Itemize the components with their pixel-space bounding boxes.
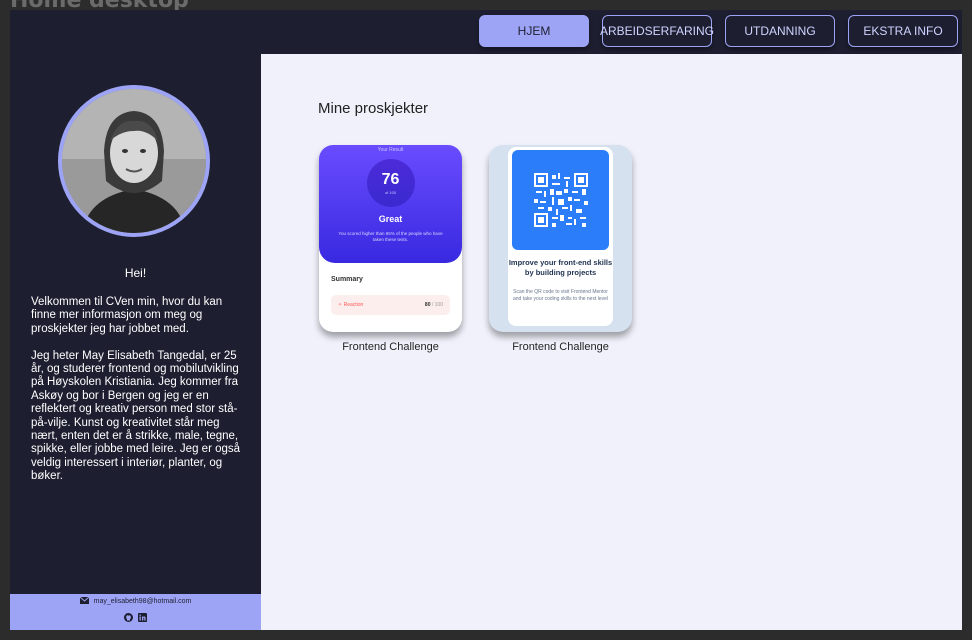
section-title: Mine proskjekter <box>318 100 429 117</box>
project-card-qr-code[interactable]: Improve your front-end skills by buildin… <box>489 145 632 332</box>
greeting: Hei! <box>124 266 147 280</box>
sidebar: Hei! Velkommen til CVen min, hvor du kan… <box>10 54 261 630</box>
nav-arbeidserfaring-button[interactable]: ARBEIDSERFARING <box>600 15 714 47</box>
bio-paragraph-about: Jeg heter May Elisabeth Tangedal, er 25 … <box>31 349 241 483</box>
social-links <box>124 609 147 627</box>
nav-utdanning-button[interactable]: UTDANNING <box>725 15 835 47</box>
bio-paragraph-intro: Velkommen til CVen min, hvor du kan finn… <box>31 296 223 335</box>
main-content: Mine proskjekter Your Result 76 of 100 G… <box>261 54 962 630</box>
linkedin-icon[interactable] <box>138 609 147 627</box>
github-icon[interactable] <box>124 609 133 627</box>
top-nav: HJEM ARBEIDSERFARING UTDANNING EKSTRA IN… <box>479 15 958 47</box>
score-value: 76 <box>381 170 400 188</box>
results-heading: Your Result <box>377 147 404 153</box>
summary-heading: Summary <box>331 276 363 283</box>
nav-hjem-button[interactable]: HJEM <box>479 15 589 47</box>
result-word: Great <box>378 214 403 224</box>
qr-code-panel <box>512 150 609 250</box>
qr-preview-title: Improve your front-end skills by buildin… <box>508 258 613 277</box>
bio-text: Velkommen til CVen min, hvor du kan finn… <box>31 296 246 497</box>
nav-ekstra-info-button[interactable]: EKSTRA INFO <box>848 15 958 47</box>
contact-footer: may_elisabeth98@hotmail.com <box>10 594 261 630</box>
envelope-icon <box>79 596 89 606</box>
reaction-label: Reaction <box>343 302 364 308</box>
reaction-row: ✧ Reaction 80 / 100 <box>331 295 450 315</box>
email-link[interactable]: may_elisabeth98@hotmail.com <box>94 598 192 605</box>
project-label-1[interactable]: Frontend Challenge <box>319 341 462 353</box>
results-preview-top: Your Result 76 of 100 Great You scored h… <box>319 145 462 263</box>
score-circle: 76 of 100 <box>366 159 415 207</box>
page-frame: HJEM ARBEIDSERFARING UTDANNING EKSTRA IN… <box>10 10 962 630</box>
reaction-total: / 100 <box>430 302 443 308</box>
avatar <box>58 85 210 237</box>
qr-preview: Improve your front-end skills by buildin… <box>508 147 613 326</box>
project-card-results-summary[interactable]: Your Result 76 of 100 Great You scored h… <box>319 145 462 332</box>
score-of: of 100 <box>384 189 397 195</box>
result-description: You scored higher than 65% of the people… <box>338 231 443 242</box>
qr-code-icon <box>533 173 588 227</box>
project-label-2[interactable]: Frontend Challenge <box>489 341 632 353</box>
email-row: may_elisabeth98@hotmail.com <box>79 596 192 606</box>
qr-preview-description: Scan the QR code to visit Frontend Mento… <box>512 289 609 302</box>
